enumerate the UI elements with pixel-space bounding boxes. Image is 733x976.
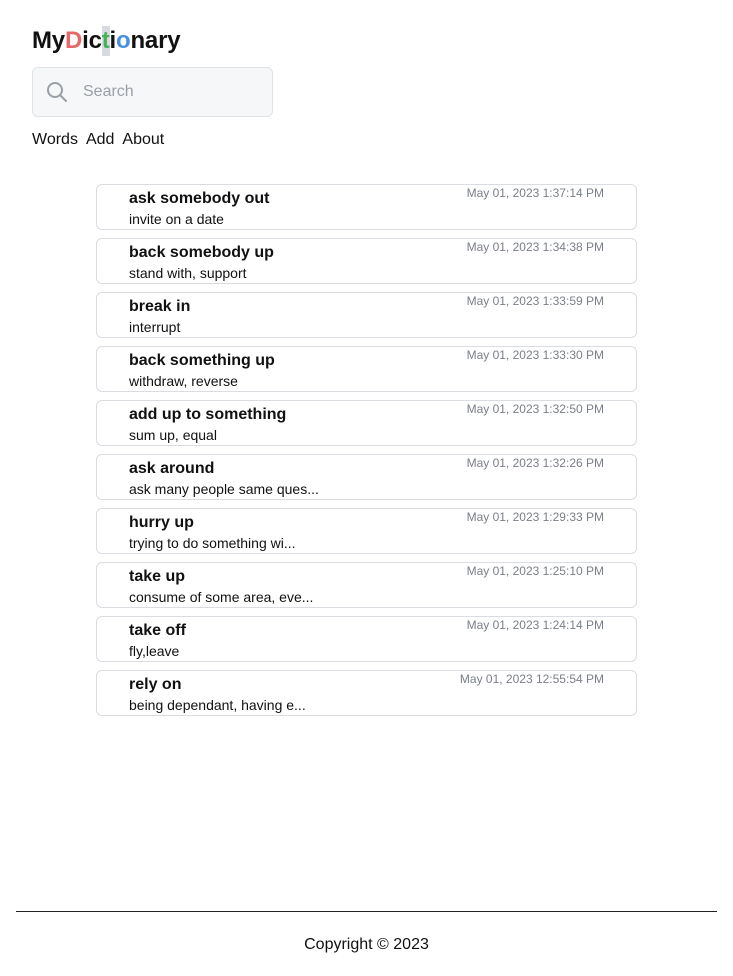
word-definition: stand with, support [129,265,247,281]
word-definition: being dependant, having e... [129,697,306,713]
word-title: ask around [129,460,215,477]
logo-letter: t [101,26,110,56]
word-list-item[interactable]: hurry up trying to do something wi... May … [96,508,637,554]
logo-letter: M [32,27,52,54]
word-definition: fly,leave [129,643,180,659]
word-title: back something up [129,352,275,369]
word-title: break in [129,298,191,315]
word-timestamp: May 01, 2023 12:55:54 PM [459,672,604,686]
search-icon [47,82,67,102]
word-definition: trying to do something wi... [129,535,296,551]
word-timestamp: May 01, 2023 1:32:50 PM [466,402,604,416]
word-list-item[interactable]: ask around ask many people same ques... Ma… [96,454,637,500]
footer-divider [16,911,717,912]
word-timestamp: May 01, 2023 1:37:14 PM [466,186,604,200]
word-title: take off [129,622,186,639]
footer-copyright: Copyright © 2023 [304,936,429,953]
search-input[interactable] [81,77,251,107]
word-title: hurry up [129,514,194,531]
word-list-item[interactable]: back something up withdraw, reverse May 01… [96,346,637,392]
word-list-item[interactable]: take up consume of some area, eve... May 0… [96,562,637,608]
nav-words-link[interactable]: Words [32,130,78,150]
word-timestamp: May 01, 2023 1:32:26 PM [466,456,604,470]
word-definition: invite on a date [129,211,224,227]
word-title: rely on [129,676,182,693]
word-list-item[interactable]: add up to something sum up, equal May 01, … [96,400,637,446]
word-definition: sum up, equal [129,427,217,443]
word-definition: withdraw, reverse [129,373,238,389]
logo-letter: c [88,27,102,54]
word-timestamp: May 01, 2023 1:33:59 PM [466,294,604,308]
word-definition: consume of some area, eve... [129,589,314,605]
word-title: ask somebody out [129,190,270,207]
word-timestamp: May 01, 2023 1:33:30 PM [466,348,604,362]
word-list-item[interactable]: rely on being dependant, having e... May 0… [96,670,637,716]
main-nav: Words Add About [32,130,164,150]
word-list-item[interactable]: back somebody up stand with, support May 0… [96,238,637,284]
word-timestamp: May 01, 2023 1:25:10 PM [466,564,604,578]
word-title: take up [129,568,186,585]
logo-letter: D [64,27,83,54]
logo-letter: o [115,27,131,54]
logo-letter: y [51,27,65,54]
word-title: add up to something [129,406,287,423]
word-timestamp: May 01, 2023 1:24:14 PM [466,618,604,632]
word-list-item[interactable]: ask somebody out invite on a date May 01, … [96,184,637,230]
app-logo[interactable]: MyDictionary [32,26,181,56]
word-title: back somebody up [129,244,274,261]
word-timestamp: May 01, 2023 1:34:38 PM [466,240,604,254]
word-definition: ask many people same ques... [129,481,319,497]
logo-letter: n [130,27,145,54]
word-definition: interrupt [129,319,181,335]
logo-letter: y [167,27,181,54]
logo-letter: r [158,27,168,54]
logo-letter: a [144,27,159,54]
nav-about-link[interactable]: About [122,130,164,150]
search-box[interactable] [32,67,273,117]
word-list-item[interactable]: take off fly,leave May 01, 2023 1:24:14 PM [96,616,637,662]
word-list-item[interactable]: break in interrupt May 01, 2023 1:33:59 PM [96,292,637,338]
nav-add-link[interactable]: Add [86,130,114,150]
word-timestamp: May 01, 2023 1:29:33 PM [466,510,604,524]
word-list: ask somebody out invite on a date May 01, … [96,184,637,724]
